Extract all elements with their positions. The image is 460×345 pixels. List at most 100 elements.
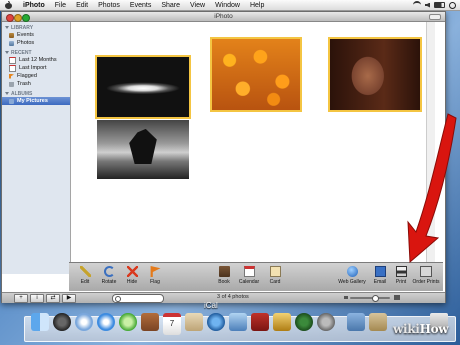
minimize-button[interactable] <box>14 13 22 22</box>
apple-menu-icon[interactable] <box>5 1 12 9</box>
volume-icon[interactable] <box>425 2 430 8</box>
sidebar-item-label: Flagged <box>17 73 37 79</box>
hide-button[interactable]: Hide <box>120 266 144 285</box>
web-gallery-icon <box>346 266 358 277</box>
sidebar-item-flagged[interactable]: Flagged <box>2 72 70 80</box>
photo-thumbnail-buddha[interactable] <box>328 37 422 112</box>
print-icon <box>395 266 407 277</box>
calendar-icon <box>243 266 255 277</box>
photo-thumbnail-flowers[interactable] <box>210 37 302 112</box>
sidebar-item-trash[interactable]: Trash <box>2 80 70 88</box>
fullscreen-button[interactable]: ⇄ <box>46 294 60 303</box>
menu-events[interactable]: Events <box>125 2 156 9</box>
sidebar-item-events[interactable]: Events <box>2 31 70 39</box>
window-titlebar[interactable]: iPhoto <box>2 12 445 22</box>
edit-icon <box>79 266 91 277</box>
menu-window[interactable]: Window <box>210 2 245 9</box>
card-button[interactable]: Card <box>263 266 287 285</box>
rotate-button[interactable]: Rotate <box>97 266 121 285</box>
zoom-small-icon <box>344 295 348 299</box>
email-icon <box>374 266 386 277</box>
rotate-icon <box>103 266 115 277</box>
zoom-button[interactable] <box>22 13 30 22</box>
search-icon <box>115 295 121 302</box>
preview-icon[interactable] <box>185 313 203 331</box>
ichat-icon[interactable] <box>119 313 137 331</box>
flag-icon <box>150 266 161 277</box>
system-preferences-icon[interactable] <box>317 313 335 331</box>
order-prints-icon <box>420 266 432 277</box>
wikihow-watermark: wikiHow <box>393 322 449 336</box>
menu-photos[interactable]: Photos <box>93 2 125 9</box>
slider-knob[interactable] <box>371 294 379 302</box>
disclosure-triangle-icon[interactable] <box>5 26 9 29</box>
photo-thumbnail-galaxy[interactable] <box>95 55 191 119</box>
itunes-icon[interactable] <box>207 313 225 331</box>
menu-edit[interactable]: Edit <box>71 2 93 9</box>
edit-button[interactable]: Edit <box>73 266 97 285</box>
source-list: LIBRARY Events Photos RECENT Last 12 Mon… <box>2 22 71 274</box>
menu-extras <box>413 0 456 10</box>
web-gallery-button[interactable]: Web Gallery <box>337 266 367 285</box>
ical-icon[interactable]: 7 <box>163 313 181 335</box>
section-header-albums[interactable]: ALBUMS <box>2 88 70 97</box>
slideshow-button[interactable]: ▶ <box>62 294 76 303</box>
wifi-icon[interactable] <box>413 1 421 9</box>
time-machine-icon[interactable] <box>295 313 313 331</box>
add-album-button[interactable]: + <box>14 294 28 303</box>
search-field[interactable] <box>112 294 164 303</box>
sidebar-item-last-12-months[interactable]: Last 12 Months <box>2 56 70 64</box>
safari-icon[interactable] <box>97 313 115 331</box>
calendar-icon <box>9 56 16 64</box>
photos-icon <box>9 40 14 46</box>
spotlight-search-icon[interactable] <box>449 1 456 9</box>
trash-icon <box>9 81 14 87</box>
mail-icon[interactable] <box>75 313 93 331</box>
imovie-icon[interactable] <box>251 313 269 331</box>
book-button[interactable]: Book <box>212 266 236 285</box>
menu-app-name[interactable]: iPhoto <box>18 2 50 9</box>
vertical-scrollbar[interactable] <box>426 22 435 274</box>
flag-icon <box>9 73 14 79</box>
sidebar-item-label: Last 12 Months <box>19 57 57 63</box>
window-title: iPhoto <box>214 13 233 20</box>
sidebar-item-photos[interactable]: Photos <box>2 39 70 47</box>
flag-button[interactable]: Flag <box>143 266 167 285</box>
photo-viewer[interactable] <box>71 22 435 274</box>
album-folder-icon <box>9 98 14 104</box>
garageband-icon[interactable] <box>273 313 291 331</box>
finder-icon[interactable] <box>31 313 49 331</box>
window-status-bar: + i ⇄ ▶ 3 of 4 photos <box>2 292 445 303</box>
section-header-library[interactable]: LIBRARY <box>2 22 70 31</box>
address-book-icon[interactable] <box>141 313 159 331</box>
iphoto-icon[interactable] <box>229 313 247 331</box>
sidebar-item-my-pictures[interactable]: My Pictures <box>2 97 70 105</box>
dock: 7 <box>24 313 456 342</box>
documents-folder-icon[interactable] <box>369 313 387 331</box>
menu-view[interactable]: View <box>185 2 210 9</box>
section-header-recent[interactable]: RECENT <box>2 47 70 56</box>
sidebar-item-label: Trash <box>17 81 31 87</box>
menu-help[interactable]: Help <box>245 2 269 9</box>
zoom-large-icon <box>394 294 400 300</box>
disclosure-triangle-icon[interactable] <box>5 51 9 54</box>
print-button[interactable]: Print <box>389 266 413 285</box>
calendar-button[interactable]: Calendar <box>237 266 261 285</box>
order-prints-button[interactable]: Order Prints <box>411 266 441 285</box>
sidebar-item-label: Last Import <box>19 65 47 71</box>
disclosure-triangle-icon[interactable] <box>5 92 9 95</box>
info-button[interactable]: i <box>30 294 44 303</box>
battery-icon[interactable] <box>434 2 445 8</box>
dashboard-icon[interactable] <box>53 313 71 331</box>
book-icon <box>218 266 230 277</box>
menu-share[interactable]: Share <box>156 2 185 9</box>
sidebar-item-label: Photos <box>17 40 35 46</box>
photo-thumbnail-rock[interactable] <box>97 120 189 179</box>
applications-folder-icon[interactable] <box>347 313 365 331</box>
dock-hover-label: iCal <box>204 301 218 310</box>
sidebar-item-last-import[interactable]: Last Import <box>2 64 70 72</box>
thumbnail-size-slider[interactable] <box>350 294 390 302</box>
close-button[interactable] <box>6 13 14 22</box>
menu-file[interactable]: File <box>50 2 71 9</box>
toolbar-toggle-button[interactable] <box>429 14 441 20</box>
